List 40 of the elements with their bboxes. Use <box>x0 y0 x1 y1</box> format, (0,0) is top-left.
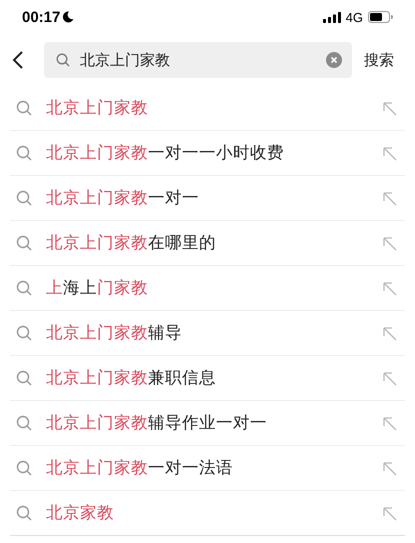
arrow-icon[interactable] <box>382 460 397 476</box>
search-icon <box>16 325 32 341</box>
search-icon <box>16 460 32 476</box>
suggestion-item[interactable]: 北京上门家教辅导 <box>46 322 182 344</box>
search-field[interactable]: 北京上门家教 <box>44 42 352 78</box>
search-icon <box>16 280 32 296</box>
search-icon <box>16 190 32 206</box>
search-icon <box>16 100 32 116</box>
suggestion-item[interactable]: 北京上门家教一对一一小时收费 <box>46 142 284 164</box>
arrow-icon[interactable] <box>382 280 397 296</box>
arrow-icon[interactable] <box>382 506 397 520</box>
search-icon <box>16 235 32 251</box>
network-label: 4G <box>346 10 363 24</box>
search-icon <box>16 370 32 386</box>
suggestion-item[interactable]: 北京上门家教辅导作业一对一 <box>46 412 267 434</box>
suggestion-item[interactable]: 北京上门家教一对一法语 <box>46 457 233 479</box>
suggestion-item[interactable]: 上海上门家教 <box>46 277 148 299</box>
moon-icon <box>63 11 74 23</box>
arrow-icon[interactable] <box>382 326 397 340</box>
search-icon <box>56 53 70 67</box>
suggestion-item[interactable]: 北京上门家教在哪里的 <box>46 232 216 254</box>
clear-icon[interactable] <box>326 52 342 68</box>
arrow-icon[interactable] <box>382 100 397 116</box>
suggestion-item[interactable]: 北京上门家教 <box>46 97 148 119</box>
arrow-icon[interactable] <box>382 236 397 250</box>
suggestion-item[interactable]: 北京上门家教一对一 <box>46 187 199 209</box>
arrow-icon[interactable] <box>382 190 397 206</box>
arrow-icon[interactable] <box>382 416 397 430</box>
arrow-icon[interactable] <box>382 146 397 160</box>
back-icon[interactable] <box>12 50 24 70</box>
suggestion-item[interactable]: 北京上门家教兼职信息 <box>46 367 216 389</box>
arrow-icon[interactable] <box>382 370 397 386</box>
search-icon <box>16 415 32 431</box>
search-button[interactable]: 搜索 <box>364 50 394 70</box>
suggestion-item[interactable]: 北京家教 <box>46 502 114 524</box>
search-icon <box>16 145 32 161</box>
signal-icon <box>322 12 341 22</box>
status-time: 00:17 <box>22 8 60 26</box>
battery-icon <box>368 11 393 23</box>
search-icon <box>16 505 32 521</box>
